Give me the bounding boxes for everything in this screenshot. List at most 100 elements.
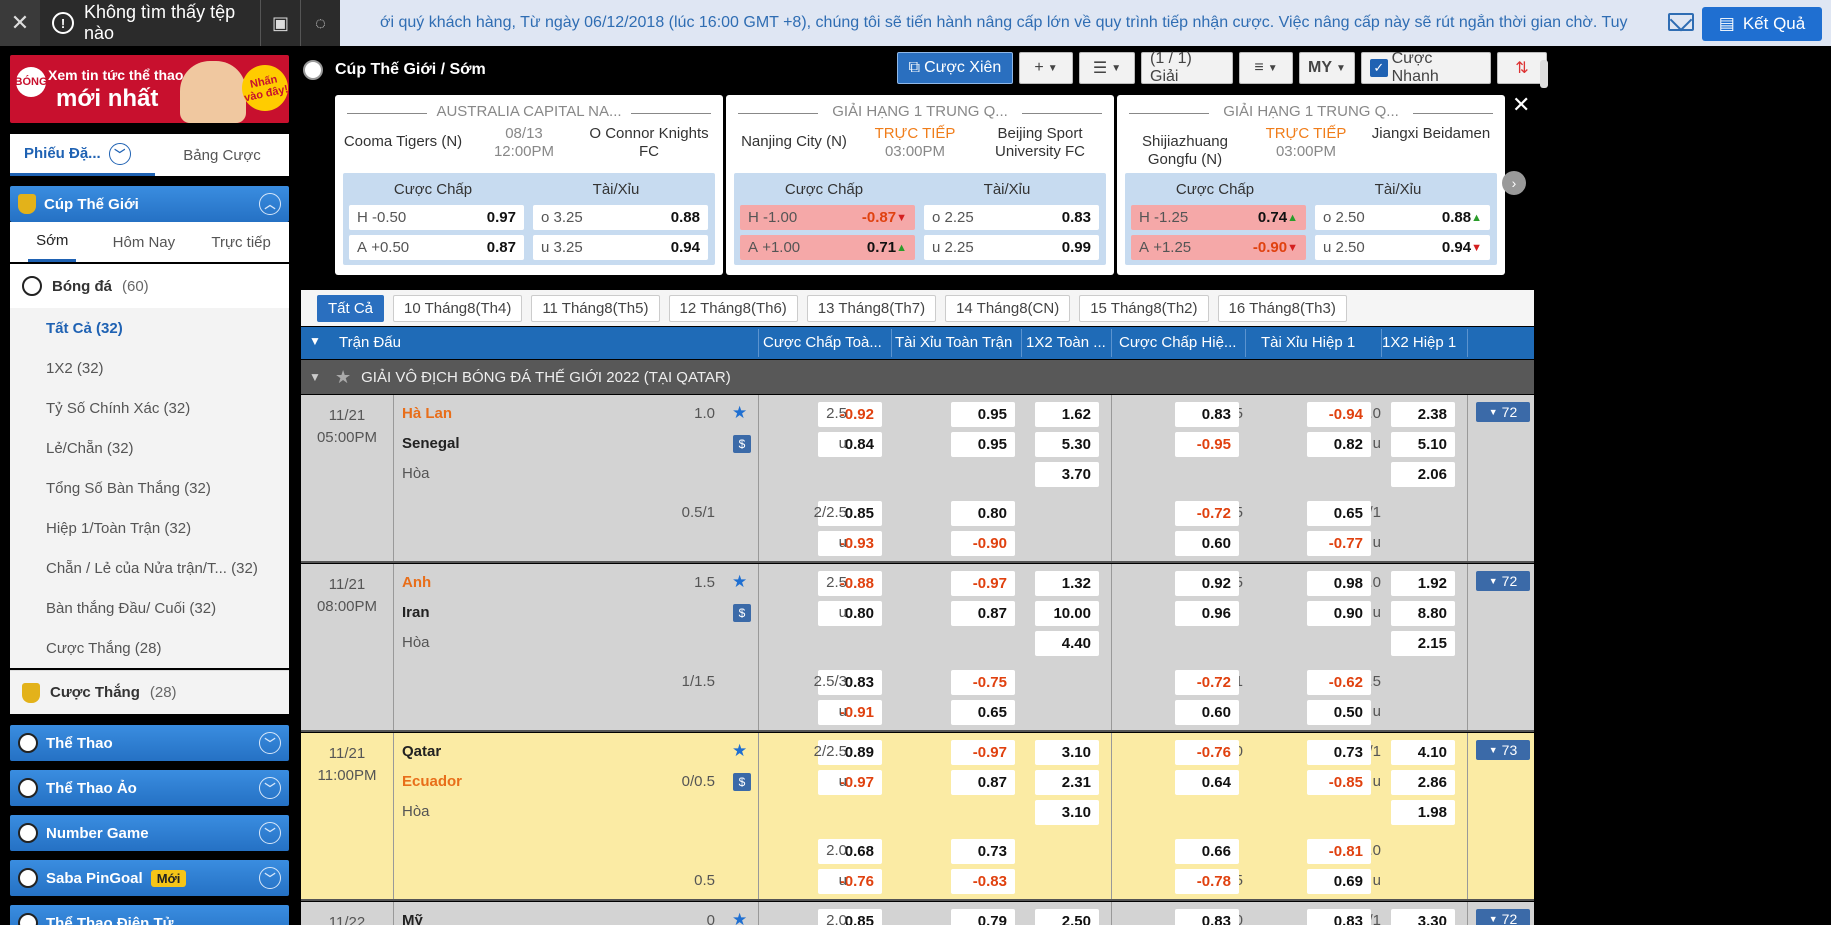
odds-button[interactable]: 2.50 <box>1035 909 1099 925</box>
quick-bet-toggle[interactable]: ✓ Cược Nhanh <box>1361 50 1491 85</box>
odds-button[interactable]: 4.40 <box>1035 631 1099 656</box>
odds-cell[interactable]: A +1.25 -0.90 ▼ <box>1131 235 1306 260</box>
odds-button[interactable]: 0.73 <box>1307 740 1371 765</box>
odds-button[interactable]: 1.62 <box>1035 402 1099 427</box>
odds-button[interactable]: 0.73 <box>951 839 1015 864</box>
menu-item-outright[interactable]: Cược Thắng (28) <box>10 628 289 668</box>
chevron-down-icon[interactable]: ﹀ <box>259 822 281 844</box>
home-team[interactable]: Qatar <box>402 743 441 760</box>
star-icon[interactable]: ★ <box>335 367 351 388</box>
odds-button[interactable]: -0.72 <box>1175 501 1239 526</box>
home-team[interactable]: Hà Lan <box>402 405 452 422</box>
collapse-all-icon[interactable]: ▼ <box>309 334 321 348</box>
odds-button[interactable]: 0.98 <box>1307 571 1371 596</box>
home-team[interactable]: Mỹ <box>402 912 423 925</box>
tab-bet-list[interactable]: Bảng Cược <box>155 147 289 164</box>
odds-button[interactable]: 3.30 <box>1391 909 1455 925</box>
results-button[interactable]: ▤ Kết Quả <box>1702 7 1822 41</box>
odds-button[interactable]: 0.79 <box>951 909 1015 925</box>
column-ft-handicap[interactable]: Cược Chấp Toà... <box>763 334 887 351</box>
odds-cell[interactable]: u 3.25 0.94 <box>533 235 708 260</box>
odds-button[interactable]: 1.32 <box>1035 571 1099 596</box>
odds-cell[interactable]: o 2.50 0.88 ▲ <box>1315 205 1490 230</box>
odds-button[interactable]: -0.81 <box>1307 839 1371 864</box>
odds-button[interactable]: 0.90 <box>1307 601 1371 626</box>
section-esports[interactable]: Thể Thao Điện Tử <box>10 905 289 925</box>
tab-early[interactable]: Sớm <box>28 222 77 262</box>
parlay-button[interactable]: ⧉ Cược Xiên <box>897 52 1013 84</box>
favorite-star-icon[interactable]: ★ <box>732 403 747 423</box>
favorite-star-icon[interactable]: ★ <box>732 741 747 761</box>
chevron-right-icon[interactable]: › <box>1502 171 1526 195</box>
odds-button[interactable]: 3.70 <box>1035 462 1099 487</box>
odds-button[interactable]: 0.82 <box>1307 432 1371 457</box>
column-match[interactable]: Trận Đấu <box>339 334 401 351</box>
odds-cell[interactable]: H -0.50 0.97 <box>349 205 524 230</box>
odds-button[interactable]: 2.31 <box>1035 770 1099 795</box>
odds-button[interactable]: 2.15 <box>1391 631 1455 656</box>
league-filter-button[interactable]: (1 / 1) Giải <box>1141 50 1233 85</box>
odds-button[interactable]: -0.77 <box>1307 531 1371 556</box>
world-cup-header[interactable]: Cúp Thế Giới ︿ <box>10 186 289 222</box>
odds-button[interactable]: 0.69 <box>1307 869 1371 894</box>
live-match-card[interactable]: AUSTRALIA CAPITAL NA... Cooma Tigers (N)… <box>335 95 723 275</box>
chevron-down-icon[interactable]: ﹀ <box>259 777 281 799</box>
odds-button[interactable]: 0.60 <box>1175 531 1239 556</box>
scrollbar-thumb[interactable] <box>1540 60 1548 88</box>
odds-cell[interactable]: A +0.50 0.87 <box>349 235 524 260</box>
section-saba-pingoal[interactable]: Saba PinGoal Mới ﹀ <box>10 860 289 896</box>
view-mode-button[interactable]: ≡ ▼ <box>1239 52 1293 84</box>
favorite-star-icon[interactable]: ★ <box>732 910 747 925</box>
league-header[interactable]: ▼ ★ GIẢI VÔ ĐỊCH BÓNG ĐÁ THẾ GIỚI 2022 (… <box>301 360 1534 394</box>
away-team[interactable]: Iran <box>402 604 430 621</box>
menu-item-odd-even[interactable]: Lẻ/Chẵn (32) <box>10 428 289 468</box>
close-icon[interactable]: ✕ <box>1512 92 1530 118</box>
odds-button[interactable]: -0.90 <box>951 531 1015 556</box>
odds-button[interactable]: -0.83 <box>951 869 1015 894</box>
chevron-down-icon[interactable]: ﹀ <box>259 732 281 754</box>
odds-type-select[interactable]: MY ▼ <box>1299 52 1355 84</box>
section-number-game[interactable]: Number Game ﹀ <box>10 815 289 851</box>
section-virtual-sports[interactable]: Thể Thao Ảo ﹀ <box>10 770 289 806</box>
close-icon[interactable]: ✕ <box>0 0 40 46</box>
odds-button[interactable]: -0.85 <box>1307 770 1371 795</box>
announcement-ticker[interactable]: ới quý khách hàng, Từ ngày 06/12/2018 (l… <box>380 14 1670 32</box>
tab-today[interactable]: Hôm Nay <box>113 234 176 251</box>
mail-icon[interactable] <box>1668 13 1694 31</box>
odds-button[interactable]: -0.97 <box>951 571 1015 596</box>
odds-button[interactable]: -0.62 <box>1307 670 1371 695</box>
outright-section[interactable]: Cược Thắng (28) <box>10 670 289 714</box>
odds-button[interactable]: 4.10 <box>1391 740 1455 765</box>
odds-button[interactable]: 2.06 <box>1391 462 1455 487</box>
odds-button[interactable]: -0.78 <box>1175 869 1239 894</box>
odds-button[interactable]: 8.80 <box>1391 601 1455 626</box>
odds-button[interactable]: 0.83 <box>1175 909 1239 925</box>
favorite-star-icon[interactable]: ★ <box>732 572 747 592</box>
section-sports[interactable]: Thể Thao ﹀ <box>10 725 289 761</box>
date-tab[interactable]: 12 Tháng8(Th6) <box>668 294 798 322</box>
odds-button[interactable]: -0.75 <box>951 670 1015 695</box>
picture-in-picture-icon[interactable]: ▣ <box>260 0 300 46</box>
menu-item-correct-score[interactable]: Tỷ Số Chính Xác (32) <box>10 388 289 428</box>
column-1h-handicap[interactable]: Cược Chấp Hiệ... <box>1119 334 1243 351</box>
odds-button[interactable]: 0.65 <box>951 700 1015 725</box>
date-tab[interactable]: 16 Tháng8(Th3) <box>1217 294 1347 322</box>
home-team[interactable]: Anh <box>402 574 431 591</box>
odds-button[interactable]: 5.30 <box>1035 432 1099 457</box>
odds-cell[interactable]: H -1.00 -0.87 ▼ <box>740 205 915 230</box>
odds-button[interactable]: 2.38 <box>1391 402 1455 427</box>
tab-bet-slip[interactable]: Phiếu Đặ... ﹀ <box>10 134 155 176</box>
more-markets-button[interactable]: ▼ 72 <box>1476 571 1530 591</box>
date-tab[interactable]: 11 Tháng8(Th5) <box>531 294 660 322</box>
odds-cell[interactable]: H -1.25 0.74 ▲ <box>1131 205 1306 230</box>
odds-button[interactable]: 10.00 <box>1035 601 1099 626</box>
chevron-up-icon[interactable]: ︿ <box>259 193 281 215</box>
date-tab[interactable]: 15 Tháng8(Th2) <box>1079 294 1209 322</box>
chevron-down-icon[interactable]: ▼ <box>309 370 325 384</box>
odds-cell[interactable]: u 2.25 0.99 <box>924 235 1099 260</box>
menu-item-half-odd-even[interactable]: Chẵn / Lẻ của Nửa trận/T... (32) <box>10 548 289 588</box>
odds-cell[interactable]: A +1.00 0.71 ▲ <box>740 235 915 260</box>
odds-button[interactable]: -0.95 <box>1175 432 1239 457</box>
odds-button[interactable]: -0.72 <box>1175 670 1239 695</box>
chevron-down-icon[interactable]: ﹀ <box>108 142 131 165</box>
